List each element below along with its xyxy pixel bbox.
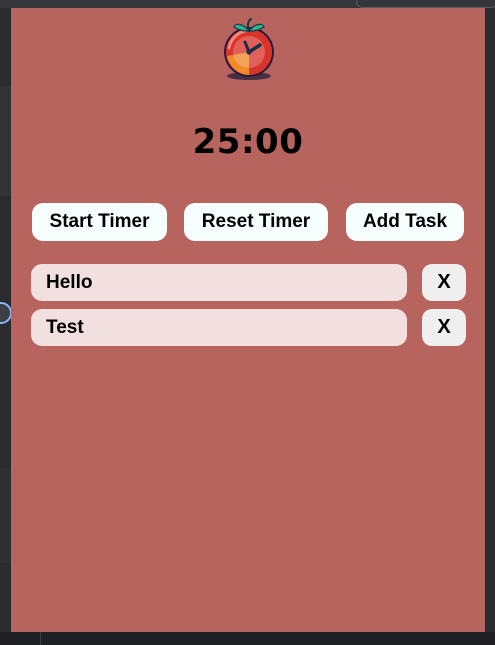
pomodoro-popup: 25:00 Start Timer Reset Timer Add Task H… — [11, 8, 485, 632]
start-timer-button[interactable]: Start Timer — [32, 203, 167, 241]
browser-right-edge — [485, 8, 495, 645]
reset-timer-button[interactable]: Reset Timer — [184, 203, 328, 241]
browser-top-bar — [0, 0, 495, 8]
add-task-button[interactable]: Add Task — [346, 203, 464, 241]
browser-tab-edge — [356, 0, 495, 8]
task-item[interactable]: Hello — [31, 264, 407, 301]
delete-task-button[interactable]: X — [422, 309, 466, 346]
background-band — [0, 468, 11, 563]
browser-bottom-edge — [0, 632, 495, 645]
delete-task-button[interactable]: X — [422, 264, 466, 301]
divider — [40, 632, 41, 645]
task-item[interactable]: Test — [31, 309, 407, 346]
timer-display: 25:00 — [192, 122, 304, 162]
browser-left-edge — [0, 8, 12, 645]
background-band — [0, 86, 11, 196]
tomato-clock-icon — [224, 18, 274, 80]
